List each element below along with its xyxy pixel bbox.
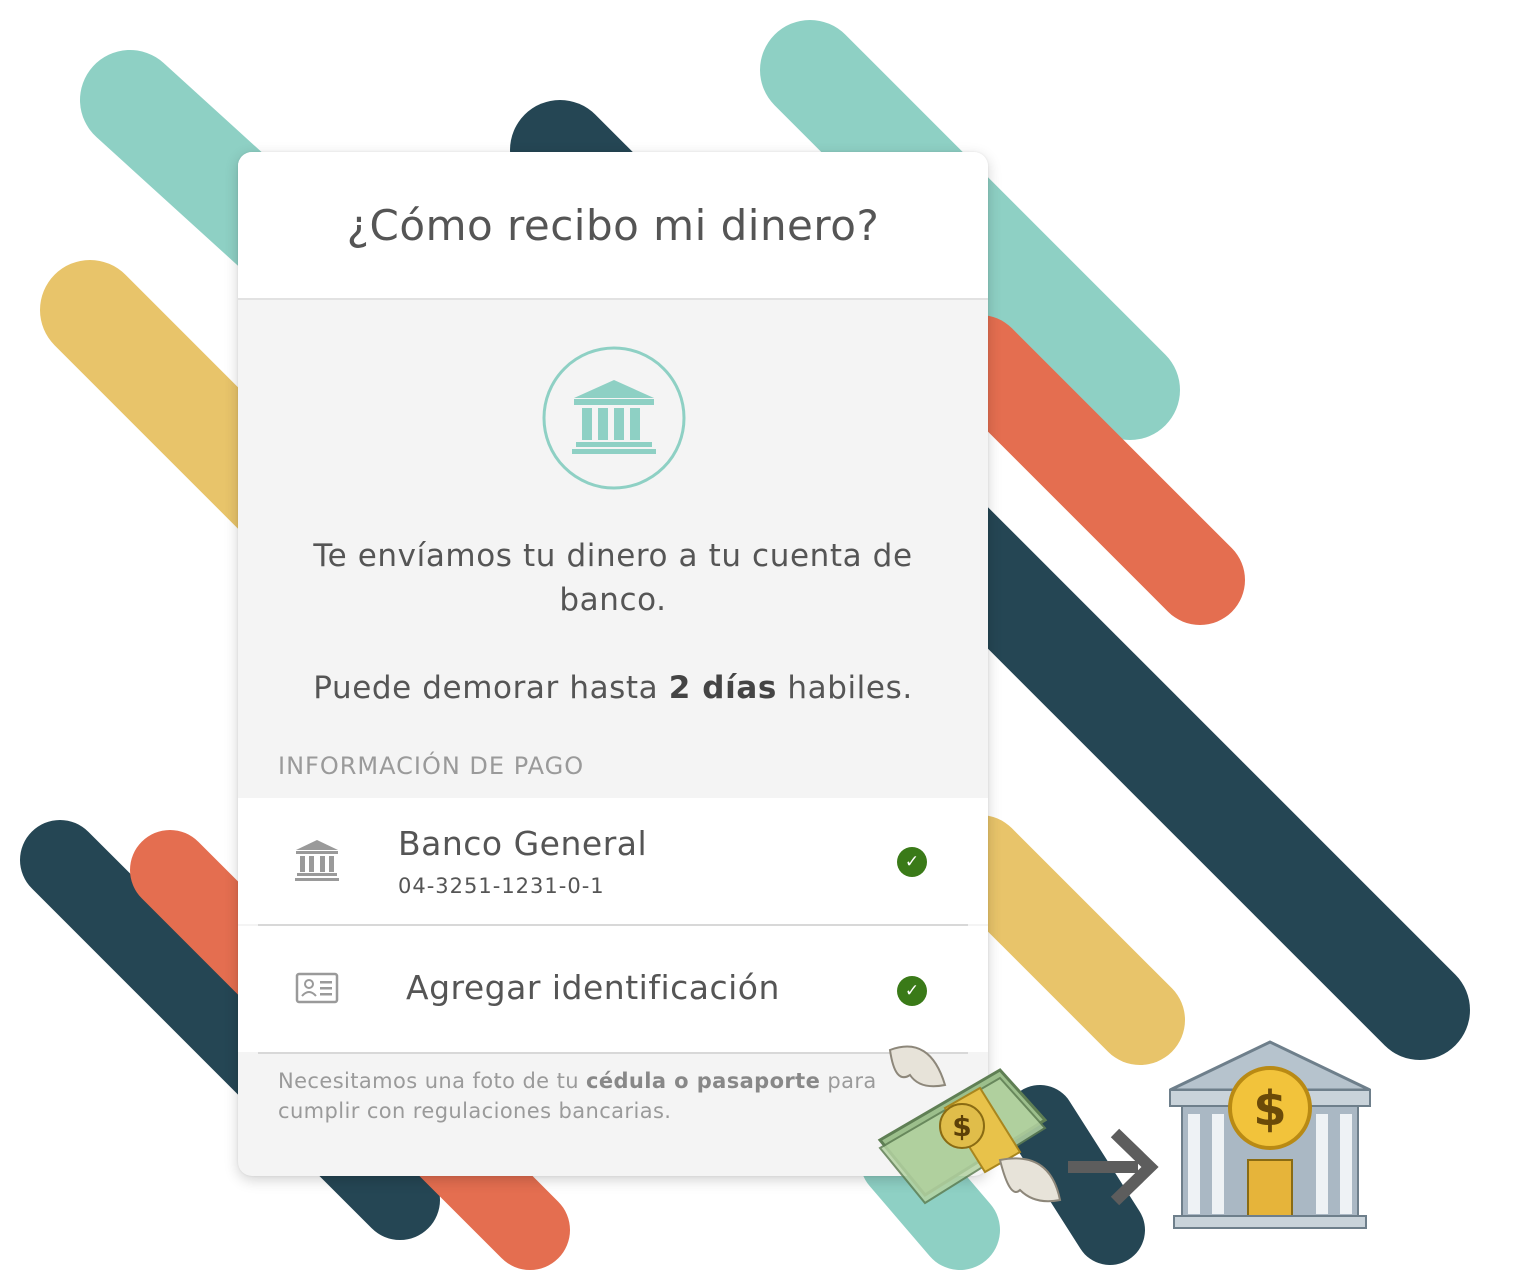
check-icon: ✓ <box>897 976 927 1006</box>
add-id-label: Agregar identificación <box>406 968 780 1007</box>
document-types: cédula o pasaporte <box>586 1069 821 1093</box>
delay-days: 2 días <box>668 670 777 706</box>
account-number: 04-3251-1231-0-1 <box>398 874 605 898</box>
bank-name: Banco General <box>398 824 648 863</box>
arrow-right-icon <box>1068 1128 1159 1206</box>
payment-method-card: ¿Cómo recibo mi dinero? Te envíamos tu d… <box>238 152 988 1176</box>
page-title: ¿Cómo recibo mi dinero? <box>346 200 880 250</box>
bank-icon <box>295 840 339 881</box>
card-header: ¿Cómo recibo mi dinero? <box>238 152 988 300</box>
bank-account-item[interactable]: Banco General 04-3251-1231-0-1 ✓ <box>238 798 988 924</box>
delay-notice: Puede demorar hasta 2 días habiles. <box>313 670 913 706</box>
transfer-description: Te envíamos tu dinero a tu cuenta de ban… <box>313 538 913 618</box>
bank-icon <box>542 346 686 490</box>
id-requirement-note: Necesitamos una foto de tu cédula o pasa… <box>278 1069 877 1123</box>
bank-building-icon: $ <box>1169 1040 1371 1229</box>
section-label: INFORMACIÓN DE PAGO <box>278 752 585 780</box>
money-to-bank-illustration: $ $ <box>877 1040 1371 1229</box>
check-icon: ✓ <box>897 847 927 877</box>
id-card-icon <box>295 972 339 1004</box>
svg-text:$: $ <box>952 1110 971 1143</box>
money-with-wings-icon: $ <box>877 1045 1062 1205</box>
svg-text:$: $ <box>1253 1081 1286 1137</box>
